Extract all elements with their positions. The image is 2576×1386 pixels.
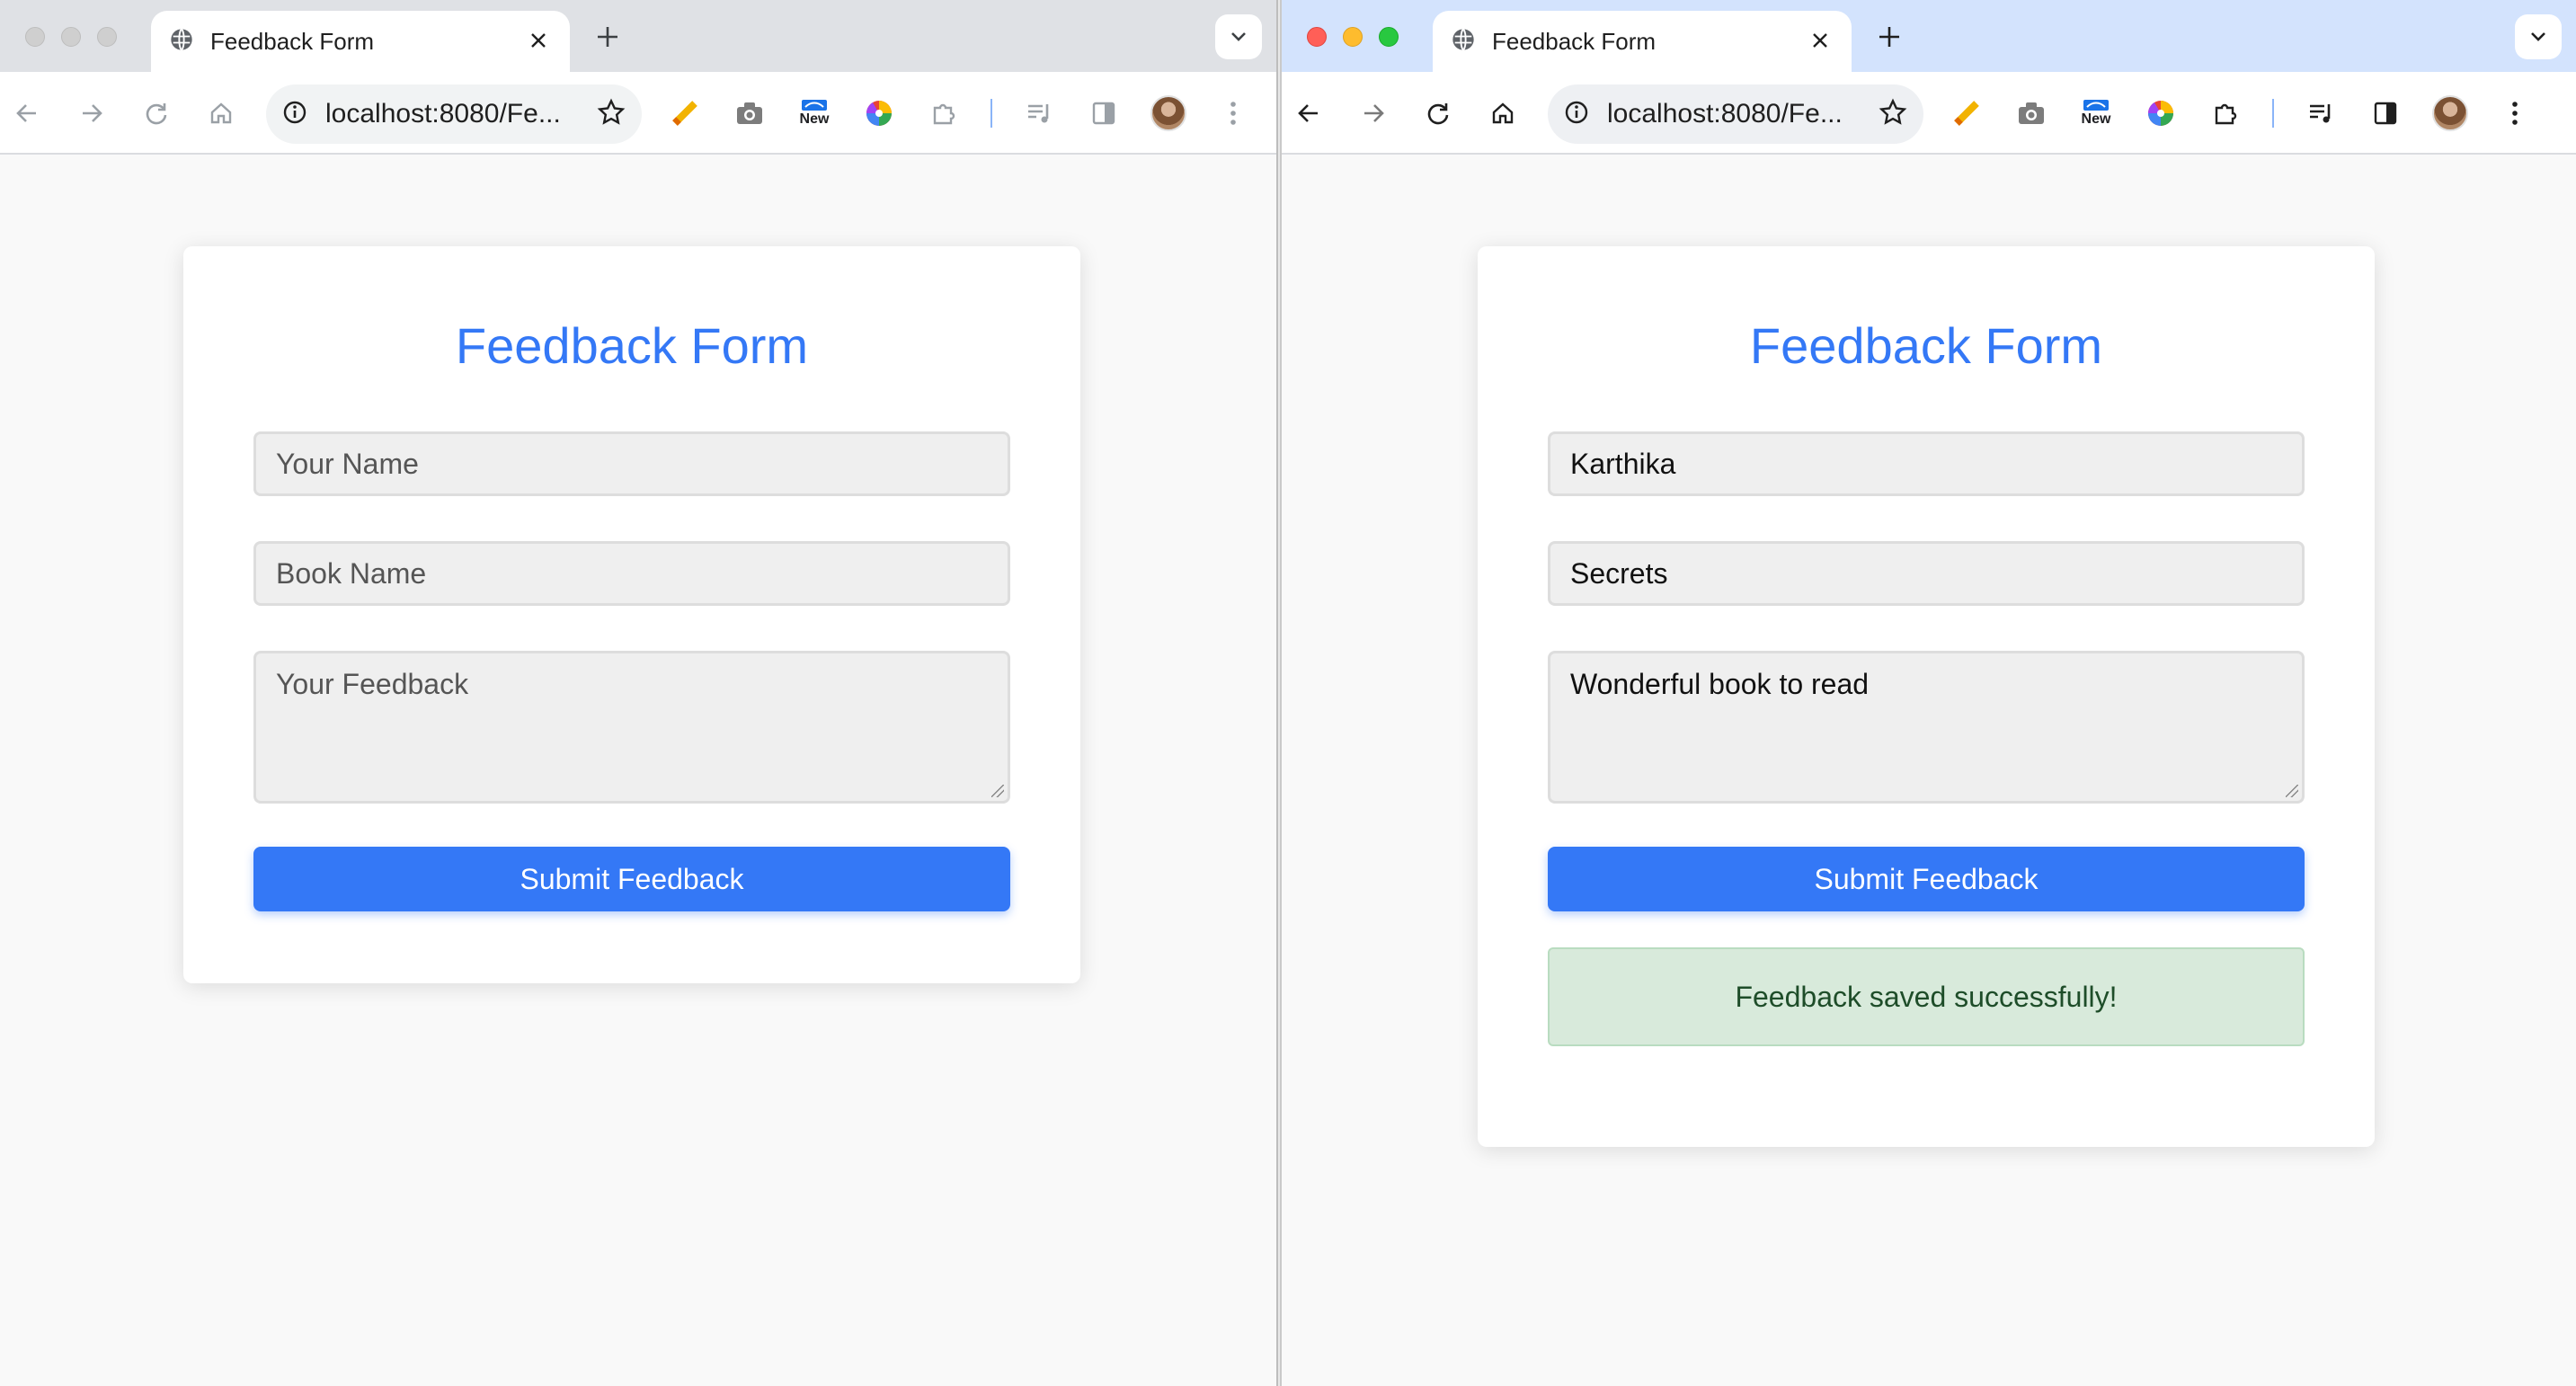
page-content: Feedback Form Karthika Secrets Wonderful… bbox=[1282, 155, 2576, 1386]
feedback-text: Wonderful book to read bbox=[1570, 668, 1870, 700]
chevron-down-icon[interactable] bbox=[1215, 14, 1262, 59]
reload-icon[interactable] bbox=[1418, 93, 1458, 133]
camera-icon[interactable] bbox=[2012, 93, 2051, 133]
new-extension-icon[interactable]: New bbox=[795, 93, 834, 133]
browser-toolbar: localhost:8080/Fe... New bbox=[0, 72, 1276, 155]
right-browser-window: Feedback Form localhost:8080/Fe... New F… bbox=[1280, 0, 2576, 1386]
home-icon[interactable] bbox=[1483, 93, 1523, 133]
minimize-window-button[interactable] bbox=[61, 27, 81, 47]
your-name-input[interactable]: Karthika bbox=[1548, 431, 2305, 496]
new-badge: New bbox=[2081, 111, 2111, 127]
desktop: Feedback Form localhost:8080/Fe... New F… bbox=[0, 0, 2576, 1386]
forward-icon[interactable] bbox=[72, 93, 111, 133]
forward-icon[interactable] bbox=[1354, 93, 1393, 133]
plus-icon[interactable] bbox=[1871, 14, 1907, 58]
left-browser-window: Feedback Form localhost:8080/Fe... New F… bbox=[0, 0, 1278, 1386]
puzzle-icon[interactable] bbox=[924, 93, 964, 133]
address-bar[interactable]: localhost:8080/Fe... bbox=[1548, 84, 1923, 144]
your-name-input[interactable]: Your Name bbox=[253, 431, 1010, 496]
browser-tab[interactable]: Feedback Form bbox=[1433, 11, 1852, 72]
form-title: Feedback Form bbox=[1749, 317, 2103, 374]
submit-feedback-button[interactable]: Submit Feedback bbox=[253, 847, 1010, 911]
pencil-extension-icon[interactable] bbox=[665, 93, 705, 133]
tab-strip: Feedback Form bbox=[0, 0, 1276, 72]
your-feedback-textarea[interactable]: Your Feedback bbox=[253, 651, 1010, 804]
success-message: Feedback saved successfully! bbox=[1548, 947, 2305, 1046]
submit-feedback-button[interactable]: Submit Feedback bbox=[1548, 847, 2305, 911]
resize-handle[interactable] bbox=[2286, 785, 2298, 797]
browser-tab[interactable]: Feedback Form bbox=[151, 11, 570, 72]
more-icon[interactable] bbox=[2495, 93, 2535, 133]
chevron-down-icon[interactable] bbox=[2515, 14, 2562, 59]
tab-title: Feedback Form bbox=[210, 27, 375, 55]
plus-icon[interactable] bbox=[590, 14, 626, 58]
side-panel-icon[interactable] bbox=[1084, 93, 1124, 133]
close-icon[interactable] bbox=[525, 28, 552, 55]
your-feedback-textarea[interactable]: Wonderful book to read bbox=[1548, 651, 2305, 804]
url-text: localhost:8080/Fe... bbox=[1607, 99, 1843, 129]
zoom-window-button[interactable] bbox=[1379, 27, 1399, 47]
avatar[interactable] bbox=[1149, 93, 1188, 133]
zoom-window-button[interactable] bbox=[97, 27, 117, 47]
window-controls bbox=[1307, 27, 1399, 47]
feedback-placeholder: Your Feedback bbox=[276, 668, 469, 700]
media-queue-icon[interactable] bbox=[1019, 93, 1059, 133]
more-icon[interactable] bbox=[1213, 93, 1253, 133]
home-icon[interactable] bbox=[201, 93, 241, 133]
page-content: Feedback Form Your Name Book Name Your F… bbox=[0, 155, 1276, 1386]
toolbar-separator bbox=[990, 99, 992, 128]
info-icon[interactable] bbox=[1564, 100, 1589, 129]
feedback-card: Feedback Form Karthika Secrets Wonderful… bbox=[1478, 246, 2375, 1147]
info-icon[interactable] bbox=[282, 100, 307, 129]
avatar[interactable] bbox=[2430, 93, 2470, 133]
browser-toolbar: localhost:8080/Fe... New bbox=[1282, 72, 2576, 155]
back-icon[interactable] bbox=[7, 93, 47, 133]
color-wheel-icon[interactable] bbox=[859, 93, 899, 133]
window-controls bbox=[25, 27, 117, 47]
form-title: Feedback Form bbox=[455, 317, 809, 374]
book-name-input[interactable]: Secrets bbox=[1548, 541, 2305, 606]
star-icon[interactable] bbox=[597, 98, 626, 131]
star-icon[interactable] bbox=[1879, 98, 1907, 131]
globe-icon bbox=[1451, 27, 1476, 57]
globe-icon bbox=[169, 27, 194, 57]
color-wheel-icon[interactable] bbox=[2141, 93, 2181, 133]
address-bar[interactable]: localhost:8080/Fe... bbox=[266, 84, 642, 144]
puzzle-icon[interactable] bbox=[2206, 93, 2245, 133]
close-window-button[interactable] bbox=[1307, 27, 1327, 47]
toolbar-separator bbox=[2272, 99, 2274, 128]
feedback-card: Feedback Form Your Name Book Name Your F… bbox=[183, 246, 1080, 983]
back-icon[interactable] bbox=[1289, 93, 1328, 133]
media-queue-icon[interactable] bbox=[2301, 93, 2341, 133]
camera-icon[interactable] bbox=[730, 93, 769, 133]
reload-icon[interactable] bbox=[137, 93, 176, 133]
book-name-input[interactable]: Book Name bbox=[253, 541, 1010, 606]
side-panel-icon[interactable] bbox=[2366, 93, 2405, 133]
minimize-window-button[interactable] bbox=[1343, 27, 1363, 47]
close-window-button[interactable] bbox=[25, 27, 45, 47]
close-icon[interactable] bbox=[1807, 28, 1834, 55]
resize-handle[interactable] bbox=[991, 785, 1004, 797]
tab-strip: Feedback Form bbox=[1282, 0, 2576, 72]
tab-title: Feedback Form bbox=[1492, 27, 1657, 55]
new-extension-icon[interactable]: New bbox=[2076, 93, 2116, 133]
url-text: localhost:8080/Fe... bbox=[325, 99, 561, 129]
pencil-extension-icon[interactable] bbox=[1947, 93, 1986, 133]
new-badge: New bbox=[799, 111, 830, 127]
